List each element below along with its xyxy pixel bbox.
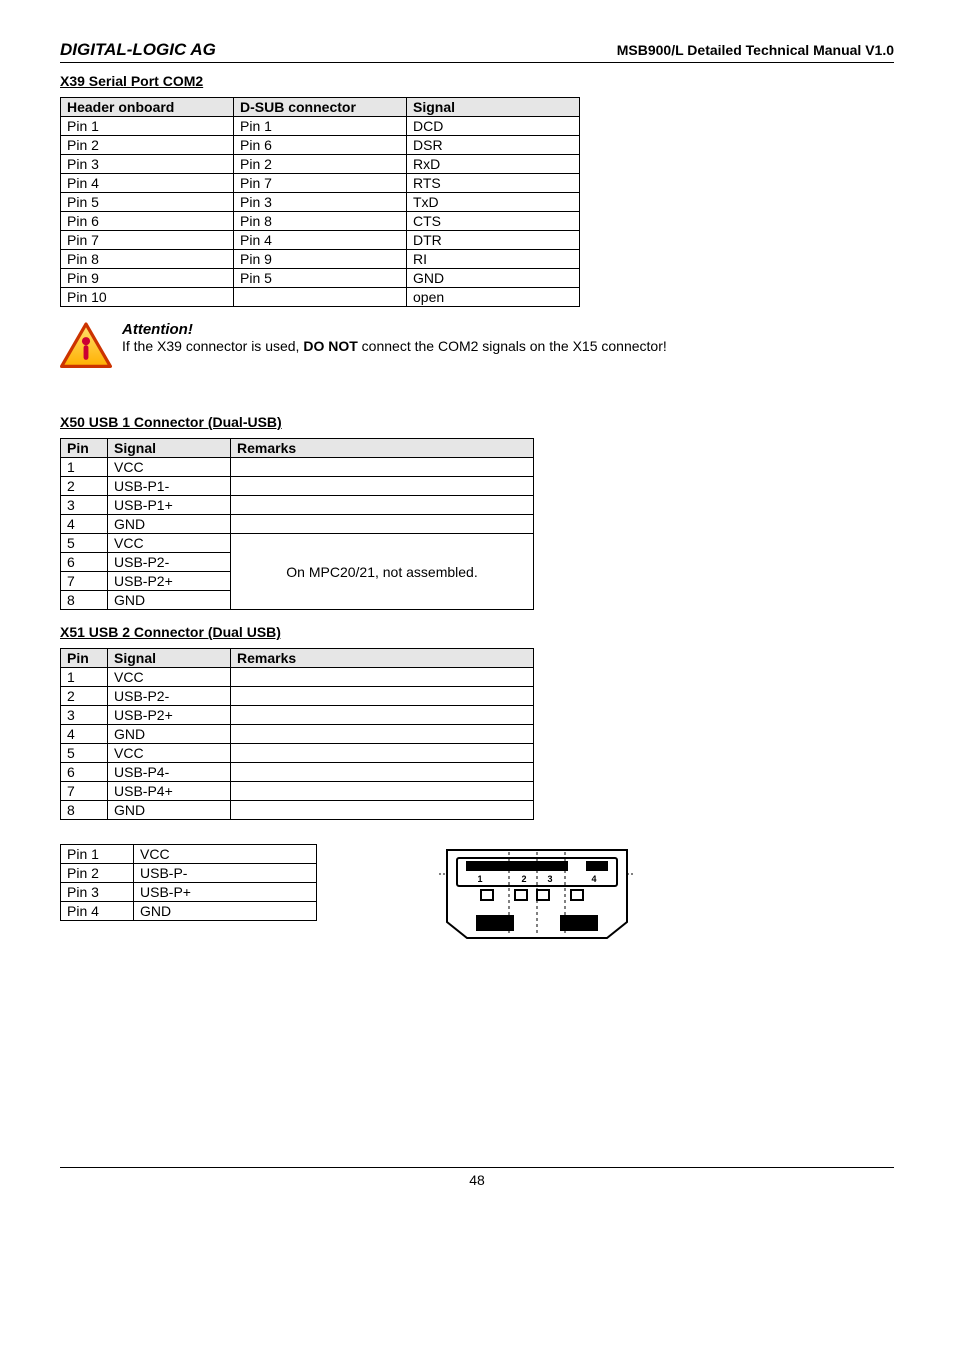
table-row: Pin 6Pin 8CTS bbox=[61, 212, 580, 231]
table-row: 2USB-P2- bbox=[61, 687, 534, 706]
pin-label: 4 bbox=[591, 874, 596, 884]
table-row: Pin 10open bbox=[61, 288, 580, 307]
table-row: 4GND bbox=[61, 515, 534, 534]
table-row: 5VCC bbox=[61, 744, 534, 763]
warning-icon bbox=[60, 321, 112, 374]
table-row: Pin 3Pin 2RxD bbox=[61, 155, 580, 174]
table-row: Pin 4GND bbox=[61, 902, 317, 921]
page-header: DIGITAL-LOGIC AG MSB900/L Detailed Techn… bbox=[60, 40, 894, 63]
table-row: Pin Signal Remarks bbox=[61, 649, 534, 668]
page-footer: 48 bbox=[60, 1167, 894, 1188]
table-row: 6USB-P4- bbox=[61, 763, 534, 782]
usb-connector-icon: 1 2 3 4 bbox=[437, 844, 637, 947]
attention-body: If the X39 connector is used, DO NOT con… bbox=[122, 338, 667, 354]
x39-title: X39 Serial Port COM2 bbox=[60, 73, 894, 89]
attention-title: Attention! bbox=[122, 321, 667, 338]
table-row: Pin 3USB-P+ bbox=[61, 883, 317, 902]
table-row: Header onboard D-SUB connector Signal bbox=[61, 98, 580, 117]
table-row: Pin 1Pin 1DCD bbox=[61, 117, 580, 136]
col-header: Pin bbox=[61, 649, 108, 668]
table-row: Pin 4Pin 7RTS bbox=[61, 174, 580, 193]
table-row: Pin 1VCC bbox=[61, 845, 317, 864]
x39-table: Header onboard D-SUB connector Signal Pi… bbox=[60, 97, 580, 307]
table-row: 2USB-P1- bbox=[61, 477, 534, 496]
x51-table: Pin Signal Remarks 1VCC 2USB-P2- 3USB-P2… bbox=[60, 648, 534, 820]
x51-title: X51 USB 2 Connector (Dual USB) bbox=[60, 624, 894, 640]
x50-title: X50 USB 1 Connector (Dual-USB) bbox=[60, 414, 894, 430]
col-header: Signal bbox=[108, 649, 231, 668]
table-row: 1VCC bbox=[61, 458, 534, 477]
attention-block: Attention! If the X39 connector is used,… bbox=[60, 321, 894, 374]
table-row: Pin 7Pin 4DTR bbox=[61, 231, 580, 250]
table-row: 3USB-P1+ bbox=[61, 496, 534, 515]
pin-label: 2 bbox=[521, 874, 526, 884]
usb-pinout-table: Pin 1VCC Pin 2USB-P- Pin 3USB-P+ Pin 4GN… bbox=[60, 844, 317, 921]
pin-label: 1 bbox=[477, 874, 482, 884]
table-row: 3USB-P2+ bbox=[61, 706, 534, 725]
header-right: MSB900/L Detailed Technical Manual V1.0 bbox=[617, 42, 894, 58]
col-header: Pin bbox=[61, 439, 108, 458]
col-header: Header onboard bbox=[61, 98, 234, 117]
col-header: Remarks bbox=[231, 439, 534, 458]
merged-remark: On MPC20/21, not assembled. bbox=[231, 534, 534, 610]
table-row: Pin 2USB-P- bbox=[61, 864, 317, 883]
table-row: 1VCC bbox=[61, 668, 534, 687]
col-header: Signal bbox=[108, 439, 231, 458]
col-header: Signal bbox=[407, 98, 580, 117]
table-row: 4GND bbox=[61, 725, 534, 744]
header-left: DIGITAL-LOGIC AG bbox=[60, 40, 216, 60]
x50-table: Pin Signal Remarks 1VCC 2USB-P1- 3USB-P1… bbox=[60, 438, 534, 610]
col-header: Remarks bbox=[231, 649, 534, 668]
table-row: 8GND bbox=[61, 801, 534, 820]
table-row: Pin Signal Remarks bbox=[61, 439, 534, 458]
attention-text: Attention! If the X39 connector is used,… bbox=[122, 321, 667, 354]
col-header: D-SUB connector bbox=[234, 98, 407, 117]
usb-pinout-row: Pin 1VCC Pin 2USB-P- Pin 3USB-P+ Pin 4GN… bbox=[60, 844, 894, 947]
table-row: 7USB-P4+ bbox=[61, 782, 534, 801]
table-row: Pin 2Pin 6DSR bbox=[61, 136, 580, 155]
page-number: 48 bbox=[469, 1172, 485, 1188]
table-row: Pin 5Pin 3TxD bbox=[61, 193, 580, 212]
table-row: 5VCCOn MPC20/21, not assembled. bbox=[61, 534, 534, 553]
table-row: Pin 9Pin 5GND bbox=[61, 269, 580, 288]
pin-label: 3 bbox=[547, 874, 552, 884]
table-row: Pin 8Pin 9RI bbox=[61, 250, 580, 269]
